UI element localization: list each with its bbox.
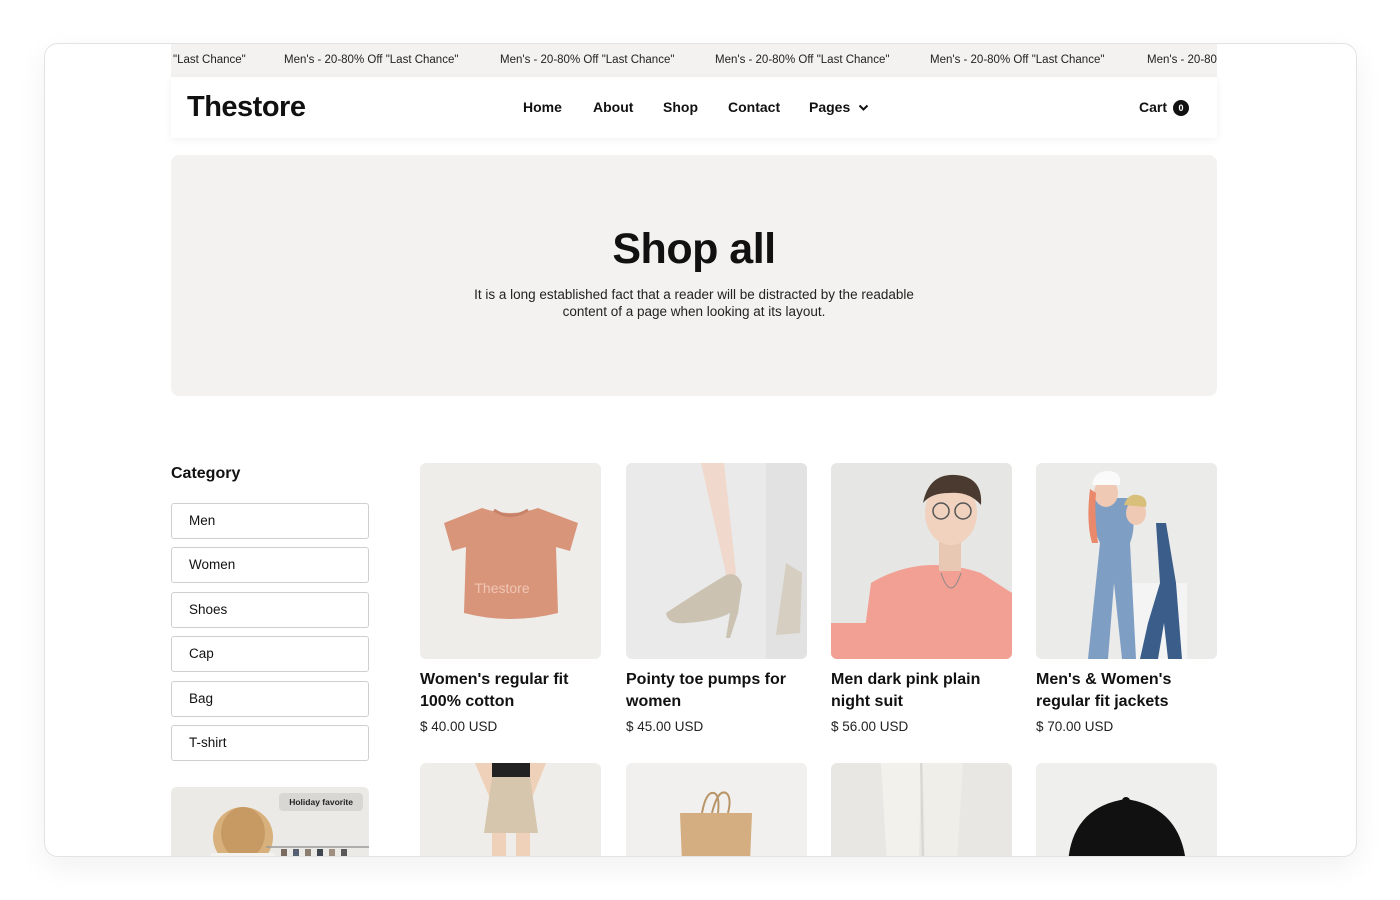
browser-frame: "Last Chance" Men's - 20-80% Off "Last C… <box>44 43 1357 857</box>
product-image[interactable] <box>1036 463 1217 659</box>
white-pants-image <box>831 763 1012 856</box>
ticker-item: Men's - 20-80% Off "Last Chance" <box>930 54 1105 66</box>
category-shoes[interactable]: Shoes <box>171 592 369 628</box>
product-image[interactable] <box>626 763 807 856</box>
ticker-item: Men's - 20-80% Off "Last Chance" <box>500 54 675 66</box>
product-price: $ 56.00 USD <box>831 719 909 734</box>
product-image[interactable] <box>831 463 1012 659</box>
promo-card[interactable]: Holiday favorite <box>171 787 369 856</box>
tshirt-image: Thestore <box>420 463 601 659</box>
ticker-item: Men's - 20-80 <box>1147 54 1217 66</box>
nav-home[interactable]: Home <box>523 99 562 115</box>
product-card[interactable]: Thestore Women's regular fit 100% cotton… <box>420 463 601 734</box>
promo-badge: Holiday favorite <box>279 793 363 811</box>
product-image[interactable]: Thestore <box>420 463 601 659</box>
category-tshirt[interactable]: T-shirt <box>171 725 369 761</box>
site-logo[interactable]: Thestore <box>187 91 306 124</box>
nav-about[interactable]: About <box>593 99 633 115</box>
header-nav: Thestore Home About Shop Contact Pages C… <box>171 77 1217 138</box>
nav-pages-label: Pages <box>809 99 851 115</box>
page-title: Shop all <box>612 225 776 273</box>
black-cap-image <box>1036 763 1217 856</box>
nav-pages[interactable]: Pages <box>809 99 869 115</box>
product-image[interactable] <box>420 763 601 856</box>
ticker-item: Men's - 20-80% Off "Last Chance" <box>284 54 459 66</box>
product-name[interactable]: Men dark pink plain night suit <box>831 669 1012 713</box>
pumps-image <box>626 463 807 659</box>
chevron-down-icon <box>858 105 869 112</box>
product-image[interactable] <box>1036 763 1217 856</box>
product-image[interactable] <box>831 763 1012 856</box>
product-image[interactable] <box>626 463 807 659</box>
nav-contact[interactable]: Contact <box>728 99 780 115</box>
cart-label: Cart <box>1139 99 1168 115</box>
product-card[interactable]: Pointy toe pumps for women $ 45.00 USD <box>626 463 807 734</box>
ticker-item: Men's - 20-80% Off "Last Chance" <box>715 54 890 66</box>
product-name[interactable]: Pointy toe pumps for women <box>626 669 807 713</box>
jackets-image <box>1036 463 1217 659</box>
product-card[interactable]: Men's & Women's regular fit jackets $ 70… <box>1036 463 1217 734</box>
pink-suit-image <box>831 463 1012 659</box>
product-price: $ 40.00 USD <box>420 719 498 734</box>
category-cap[interactable]: Cap <box>171 636 369 672</box>
cart-count-badge: 0 <box>1173 100 1190 116</box>
product-price: $ 70.00 USD <box>1036 719 1114 734</box>
product-name[interactable]: Men's & Women's regular fit jackets <box>1036 669 1217 713</box>
skirt-image <box>420 763 601 856</box>
category-heading: Category <box>171 465 241 482</box>
tshirt-print: Thestore <box>474 580 529 596</box>
page-description: It is a long established fact that a rea… <box>474 287 914 319</box>
cart-button[interactable]: Cart 0 <box>1139 99 1190 116</box>
hero-banner: Shop all It is a long established fact t… <box>171 155 1217 396</box>
product-name[interactable]: Women's regular fit 100% cotton <box>420 669 601 713</box>
nav-shop[interactable]: Shop <box>663 99 698 115</box>
category-men[interactable]: Men <box>171 503 369 539</box>
promo-ticker: "Last Chance" Men's - 20-80% Off "Last C… <box>171 44 1217 77</box>
category-bag[interactable]: Bag <box>171 681 369 717</box>
product-card[interactable]: Men dark pink plain night suit $ 56.00 U… <box>831 463 1012 734</box>
bag-image <box>626 763 807 856</box>
category-women[interactable]: Women <box>171 547 369 583</box>
ticker-item: "Last Chance" <box>173 54 246 66</box>
product-price: $ 45.00 USD <box>626 719 704 734</box>
